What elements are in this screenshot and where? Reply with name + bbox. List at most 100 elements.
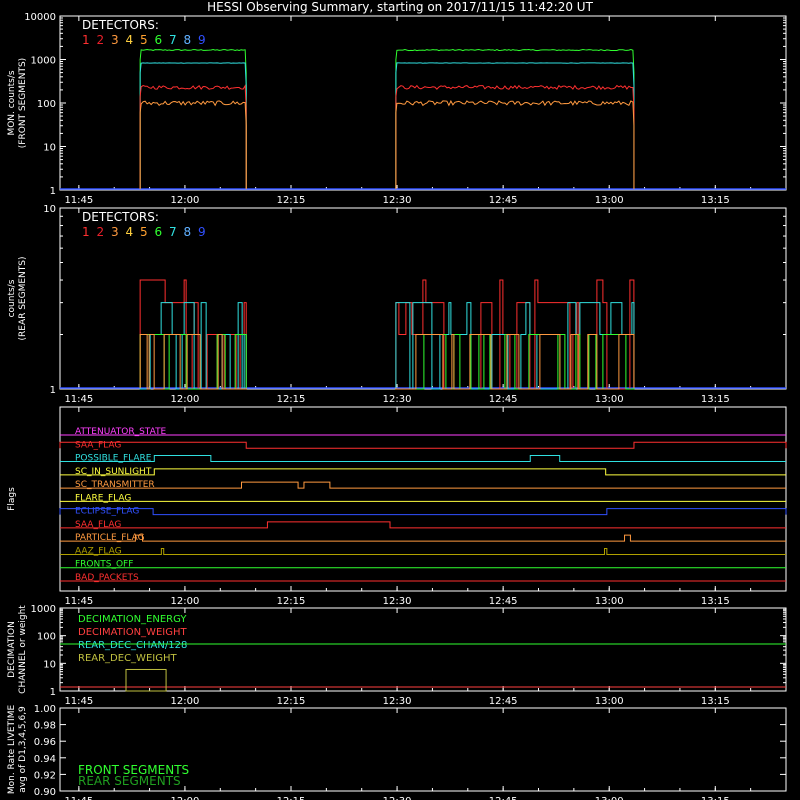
legend-detector-7: 7	[169, 225, 177, 239]
legend-detector-4: 4	[126, 33, 134, 47]
y-tick-label: 10	[43, 659, 56, 670]
x-tick-label: 12:15	[277, 394, 306, 405]
flag-line	[60, 481, 786, 489]
y-axis-label: Flags	[7, 487, 17, 511]
chart-title: HESSI Observing Summary, starting on 201…	[207, 0, 593, 14]
legend-entry: DECIMATION_WEIGHT	[78, 627, 187, 638]
y-tick-label: 1	[50, 385, 56, 396]
x-tick-label: 12:45	[489, 394, 518, 405]
legend-detector-1: 1	[82, 225, 90, 239]
x-tick-label: 12:30	[383, 596, 412, 607]
y-tick-label: 10000	[24, 12, 56, 23]
x-tick-label: 12:00	[171, 195, 200, 206]
panel-flags: 11:45 12:00 12:15 12:30 12:45 13:00 13:15 Flags…	[7, 406, 787, 607]
legend-entry: DECIMATION_ENERGY	[78, 614, 187, 625]
y-axis-label: Mon. Rate LIVETIME	[7, 705, 17, 795]
panel-rear: 1 10 11:45 12:00 12:15 12:30 12:45 13:00 13:15 co…	[7, 204, 787, 405]
x-tick-label: 13:00	[595, 696, 624, 707]
legend-detector-5: 5	[140, 225, 148, 239]
x-tick-label: 13:15	[701, 195, 730, 206]
y-tick-label: 100	[37, 632, 56, 643]
legend-detector-2: 2	[97, 225, 105, 239]
legend-detector-2: 2	[97, 33, 105, 47]
x-tick-label: 12:45	[489, 195, 518, 206]
series-line	[139, 84, 247, 189]
y-axis-label: CHANNEL or weight	[18, 605, 28, 694]
x-tick-label: 12:45	[489, 696, 518, 707]
y-tick-label: 1000	[31, 56, 56, 67]
legend-entry: REAR_DEC_WEIGHT	[78, 653, 177, 664]
x-tick-label: 13:00	[595, 596, 624, 607]
y-axis-label: DECIMATION	[7, 621, 17, 678]
legend-detector-8: 8	[184, 225, 192, 239]
panel-front: 1 10 100 1000 10000 11:45 12:00 12:15 12:30 12:45…	[7, 12, 787, 206]
flag-line	[59, 508, 787, 516]
y-axis-label: MON. counts/s	[7, 70, 17, 135]
legend-detector-6: 6	[155, 225, 163, 239]
legend-detector-3: 3	[111, 225, 119, 239]
x-tick-label: 11:45	[64, 195, 93, 206]
legend-detector-3: 3	[111, 33, 119, 47]
legend-detector-1: 1	[82, 33, 90, 47]
y-tick-label: 0.96	[34, 737, 56, 748]
legend-entry: REAR_DEC_CHAN/128	[78, 640, 187, 651]
x-tick-label: 12:15	[277, 696, 306, 707]
flag-line	[60, 547, 786, 555]
y-tick-label: 100	[37, 99, 56, 110]
series-line	[395, 99, 635, 189]
x-tick-label: 13:15	[701, 394, 730, 405]
flag-line	[60, 521, 786, 529]
y-tick-label: 0.90	[34, 787, 56, 798]
series-line	[395, 62, 635, 189]
flag-line	[60, 468, 786, 476]
x-tick-label: 12:45	[489, 796, 518, 800]
y-tick-label: 10	[43, 204, 56, 215]
legend-title: DETECTORS:	[82, 210, 159, 224]
y-tick-label: 0.94	[34, 754, 56, 765]
legend-detector-9: 9	[198, 225, 206, 239]
x-tick-label: 12:15	[277, 195, 306, 206]
y-axis-label: counts/s	[7, 279, 17, 317]
y-axis-label: avg of D1,3,4,5,6,9	[18, 706, 28, 793]
legend-detector-9: 9	[198, 33, 206, 47]
y-tick-label: 10	[43, 143, 56, 154]
x-tick-label: 12:30	[383, 195, 412, 206]
series-step	[139, 302, 247, 390]
legend-detector-7: 7	[169, 33, 177, 47]
panel-livetime: 0.90 0.92 0.94 0.96 0.98 1.00 11:45 12:00 12:15 1…	[7, 704, 787, 800]
y-tick-label: 0.98	[34, 721, 56, 732]
legend-entry: REAR SEGMENTS	[78, 774, 181, 788]
legend-detector-5: 5	[140, 33, 148, 47]
x-tick-label: 13:15	[701, 696, 730, 707]
legend-detector-8: 8	[184, 33, 192, 47]
x-tick-label: 11:45	[64, 696, 93, 707]
x-tick-label: 13:00	[595, 195, 624, 206]
y-axis-label: (REAR SEGMENTS)	[18, 256, 28, 340]
hessi-summary-chart: HESSI Observing Summary, starting on 201…	[7, 0, 787, 800]
x-tick-label: 12:00	[171, 796, 200, 800]
series-line	[395, 48, 635, 189]
x-tick-label: 11:45	[64, 394, 93, 405]
x-tick-label: 13:15	[701, 596, 730, 607]
y-tick-label: 1	[50, 687, 56, 698]
x-tick-label: 12:30	[383, 796, 412, 800]
series-box	[125, 668, 167, 692]
y-tick-label: 1000	[31, 604, 56, 615]
x-tick-label: 13:00	[595, 796, 624, 800]
x-tick-label: 12:00	[171, 696, 200, 707]
series-line	[139, 100, 247, 189]
x-tick-label: 12:00	[171, 394, 200, 405]
flag-line	[60, 534, 786, 542]
y-tick-label: 1	[50, 186, 56, 197]
x-tick-label: 12:30	[383, 696, 412, 707]
legend-detector-6: 6	[155, 33, 163, 47]
x-tick-label: 12:30	[383, 394, 412, 405]
x-tick-label: 11:45	[64, 796, 93, 800]
panel-decimation: 1 10 100 1000 11:45 12:00 12:15 12:30 12:45 13:00…	[7, 604, 787, 707]
x-tick-label: 11:45	[64, 596, 93, 607]
y-tick-label: 1.00	[34, 704, 56, 715]
legend-detector-4: 4	[126, 225, 134, 239]
x-tick-label: 13:15	[701, 796, 730, 800]
x-tick-label: 13:00	[595, 394, 624, 405]
x-tick-label: 12:15	[277, 596, 306, 607]
